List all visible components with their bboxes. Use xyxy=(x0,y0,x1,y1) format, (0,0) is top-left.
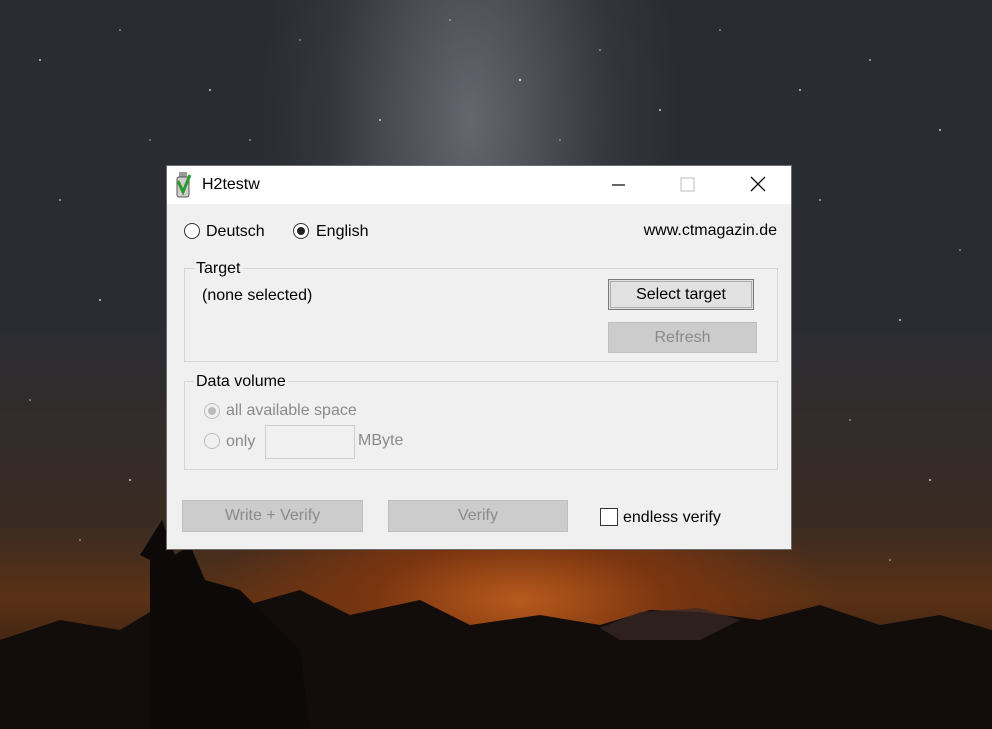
endless-verify-label[interactable]: endless verify xyxy=(623,509,721,527)
deutsch-radio[interactable] xyxy=(184,223,200,239)
usb-stick-icon xyxy=(176,172,192,198)
minimize-button[interactable] xyxy=(595,166,641,204)
all-space-label: all available space xyxy=(226,402,357,419)
write-verify-button[interactable]: Write + Verify xyxy=(182,500,363,532)
window-title: H2testw xyxy=(202,176,260,193)
target-value: (none selected) xyxy=(202,287,313,304)
mbyte-unit-label: MByte xyxy=(358,432,404,449)
all-space-radio[interactable] xyxy=(204,403,220,419)
only-label: only xyxy=(226,433,256,450)
close-button[interactable] xyxy=(734,166,780,204)
only-radio[interactable] xyxy=(204,433,220,449)
deutsch-label[interactable]: Deutsch xyxy=(206,223,265,241)
verify-button[interactable]: Verify xyxy=(388,500,568,532)
english-radio[interactable] xyxy=(293,223,309,239)
minimize-icon xyxy=(612,184,625,186)
refresh-button[interactable]: Refresh xyxy=(608,322,757,353)
select-target-button[interactable]: Select target xyxy=(608,279,754,310)
website-link[interactable]: www.ctmagazin.de xyxy=(644,222,777,240)
data-volume-group-title: Data volume xyxy=(194,373,288,391)
title-bar[interactable]: H2testw xyxy=(167,166,791,204)
close-icon xyxy=(750,176,766,192)
mbyte-input[interactable] xyxy=(265,425,355,459)
english-label[interactable]: English xyxy=(316,223,368,241)
target-group-title: Target xyxy=(194,260,243,278)
endless-verify-checkbox[interactable] xyxy=(600,508,618,526)
h2testw-window: H2testw Deutsch English www.ctmagazin.de… xyxy=(166,165,792,550)
maximize-button[interactable] xyxy=(664,166,710,204)
maximize-icon xyxy=(680,177,695,192)
